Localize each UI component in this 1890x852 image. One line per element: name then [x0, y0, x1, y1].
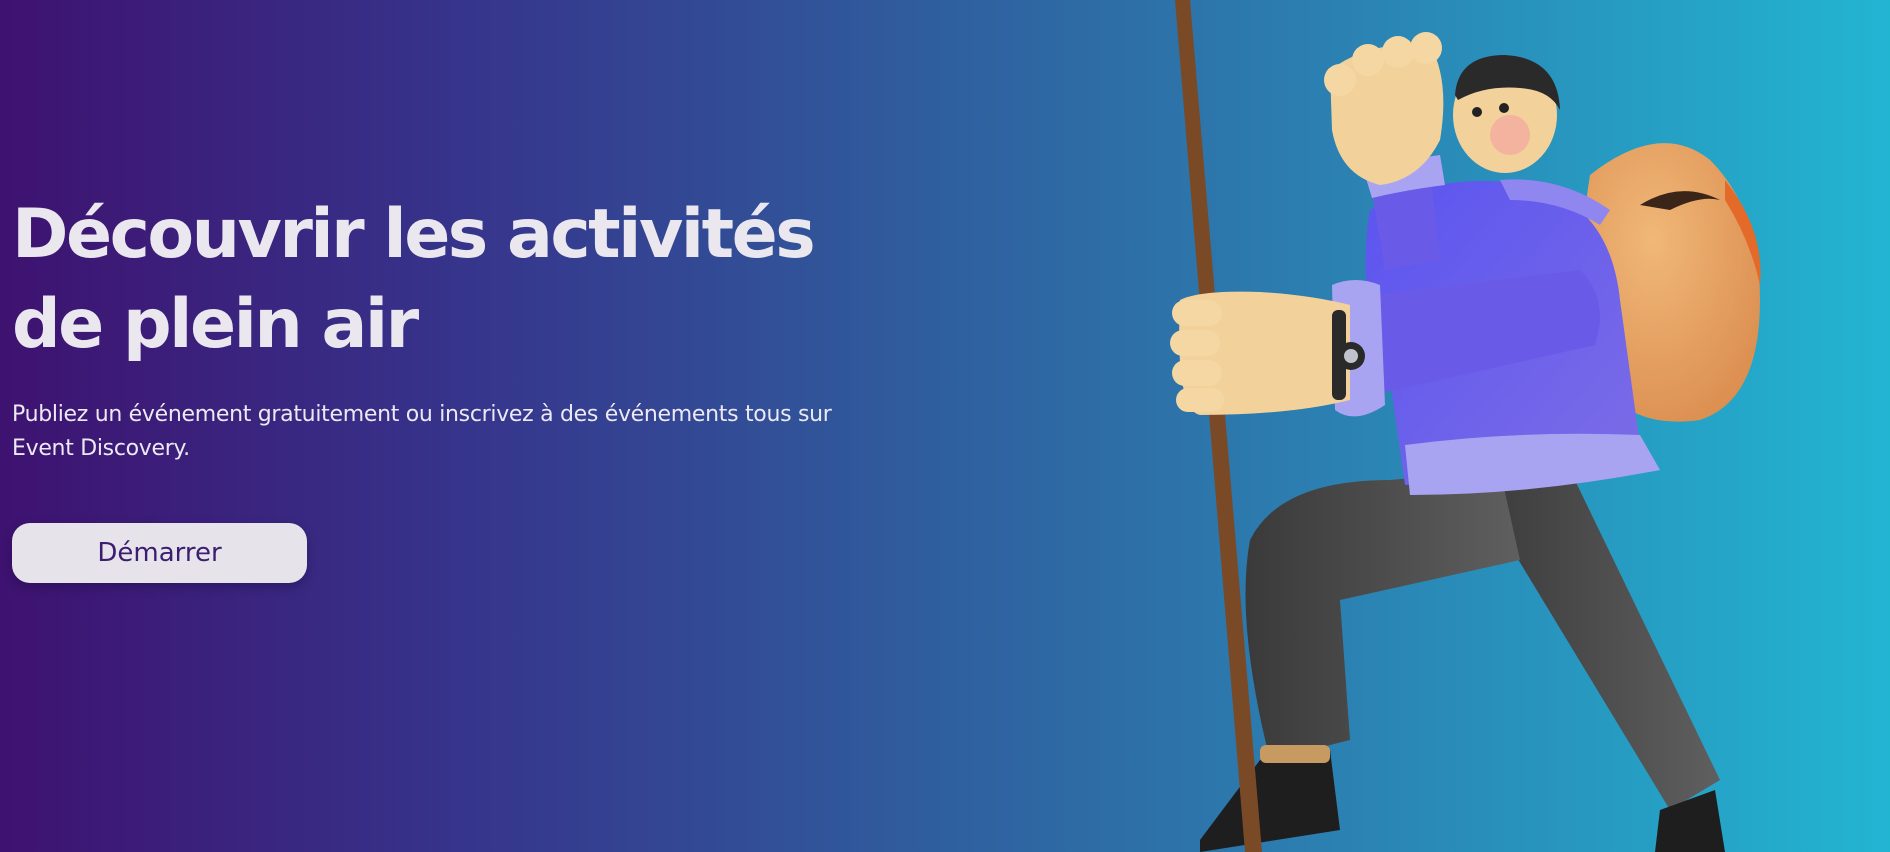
hiker-head — [1453, 55, 1560, 173]
hero-subtitle: Publiez un événement gratuitement ou ins… — [12, 402, 832, 461]
start-button[interactable]: Démarrer — [12, 523, 307, 583]
hero-headline: Découvrir les activités de plein air — [12, 195, 816, 364]
hiker-illustration — [1170, 0, 1761, 852]
hero-section: Découvrir les activités de plein air Pub… — [0, 0, 1890, 852]
hero-text-block: Découvrir les activités de plein air Pub… — [12, 190, 912, 583]
gripping-hand-icon — [1170, 291, 1350, 415]
walking-stick-icon — [1175, 0, 1262, 852]
